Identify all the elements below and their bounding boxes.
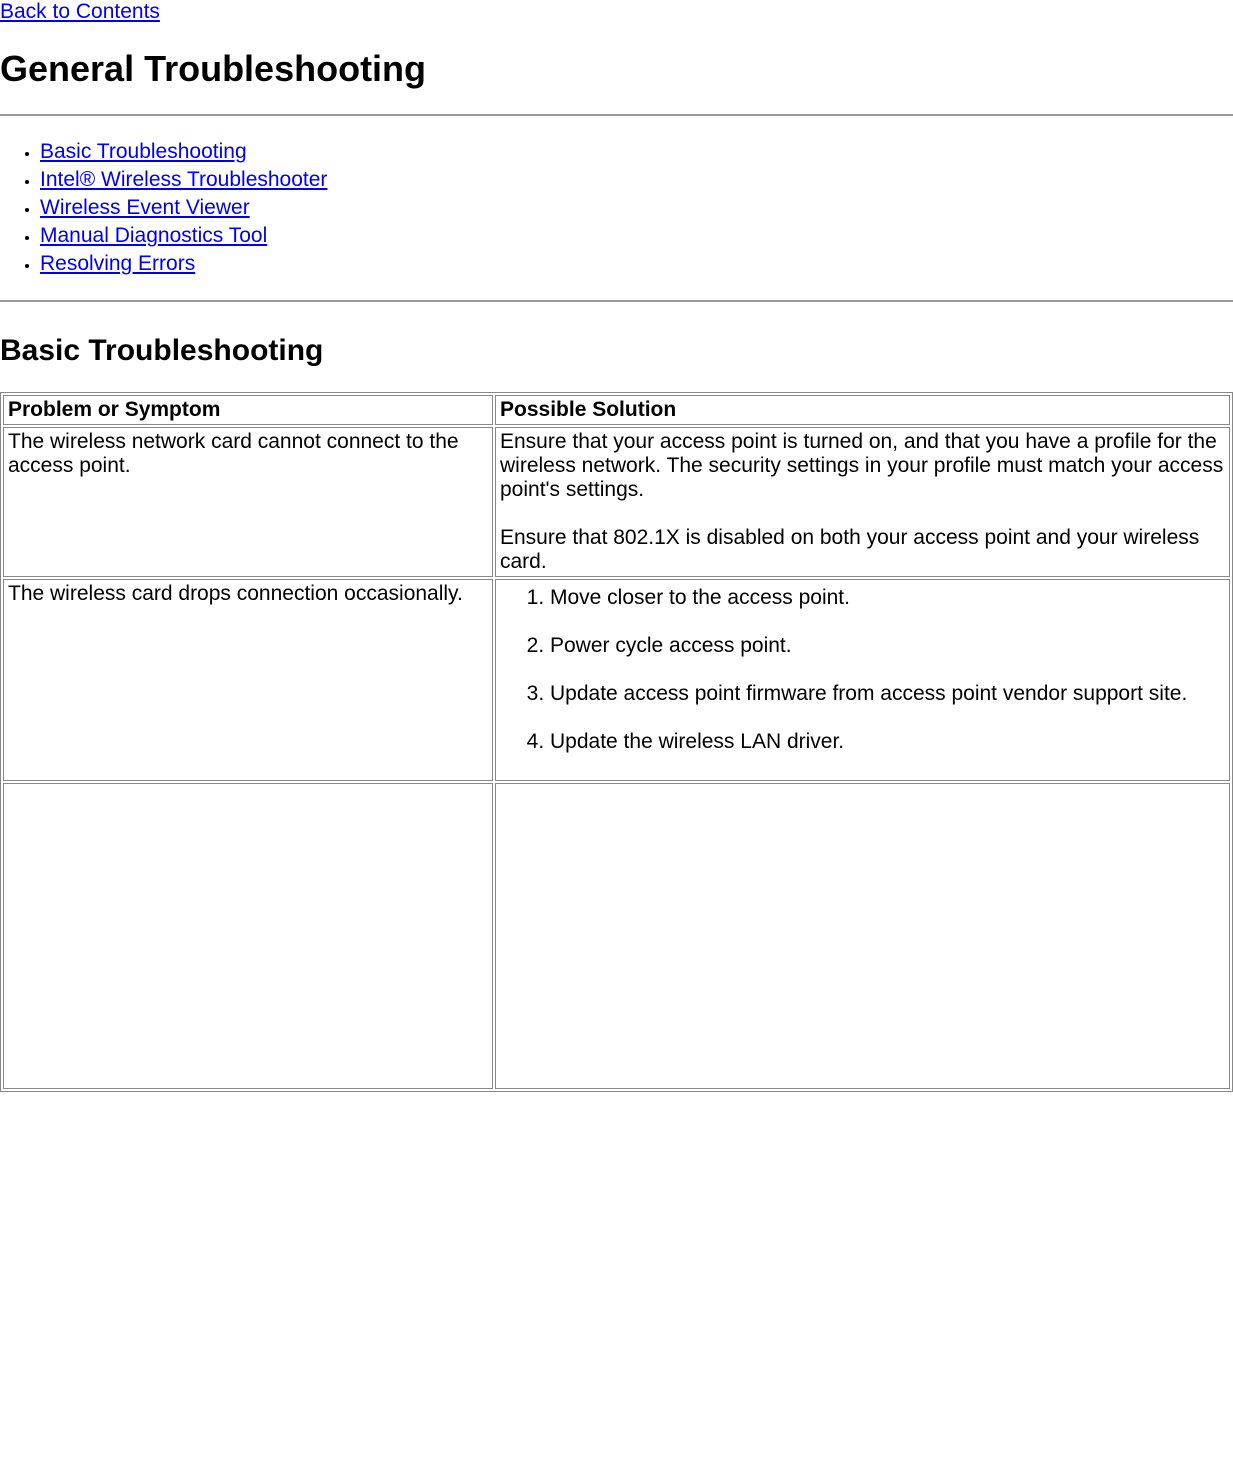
- nav-item: Resolving Errors: [40, 252, 1233, 276]
- nav-link-intel-wireless-troubleshooter[interactable]: Intel® Wireless Troubleshooter: [40, 168, 327, 191]
- table-row: The wireless network card cannot connect…: [3, 427, 1230, 577]
- back-to-contents-link[interactable]: Back to Contents: [0, 0, 160, 24]
- section-heading: Basic Troubleshooting: [0, 334, 1233, 368]
- solution-step: Update the wireless LAN driver.: [550, 730, 1225, 754]
- nav-link-resolving-errors[interactable]: Resolving Errors: [40, 252, 195, 275]
- problem-cell: The wireless network card cannot connect…: [3, 427, 493, 577]
- solution-cell-empty: [495, 783, 1230, 1089]
- problem-cell: The wireless card drops connection occas…: [3, 579, 493, 781]
- nav-list: Basic Troubleshooting Intel® Wireless Tr…: [40, 140, 1233, 276]
- solution-paragraph: Ensure that 802.1X is disabled on both y…: [500, 526, 1225, 574]
- nav-item: Wireless Event Viewer: [40, 196, 1233, 220]
- nav-item: Intel® Wireless Troubleshooter: [40, 168, 1233, 192]
- table-header-problem: Problem or Symptom: [3, 395, 493, 425]
- troubleshooting-table: Problem or Symptom Possible Solution The…: [0, 392, 1233, 1092]
- solution-step: Update access point firmware from access…: [550, 682, 1225, 706]
- divider-bottom: [0, 300, 1233, 302]
- nav-link-basic-troubleshooting[interactable]: Basic Troubleshooting: [40, 140, 247, 163]
- page-title: General Troubleshooting: [0, 48, 1233, 90]
- problem-cell-empty: [3, 783, 493, 1089]
- solution-cell: Ensure that your access point is turned …: [495, 427, 1230, 577]
- table-header-solution: Possible Solution: [495, 395, 1230, 425]
- solution-steps-list: Move closer to the access point. Power c…: [500, 586, 1225, 754]
- nav-link-manual-diagnostics-tool[interactable]: Manual Diagnostics Tool: [40, 224, 267, 247]
- solution-step: Power cycle access point.: [550, 634, 1225, 658]
- nav-link-wireless-event-viewer[interactable]: Wireless Event Viewer: [40, 196, 250, 219]
- solution-step: Move closer to the access point.: [550, 586, 1225, 610]
- divider-top: [0, 114, 1233, 116]
- nav-item: Manual Diagnostics Tool: [40, 224, 1233, 248]
- nav-item: Basic Troubleshooting: [40, 140, 1233, 164]
- solution-cell: Move closer to the access point. Power c…: [495, 579, 1230, 781]
- solution-paragraph: Ensure that your access point is turned …: [500, 430, 1225, 502]
- table-row: [3, 783, 1230, 1089]
- table-row: The wireless card drops connection occas…: [3, 579, 1230, 781]
